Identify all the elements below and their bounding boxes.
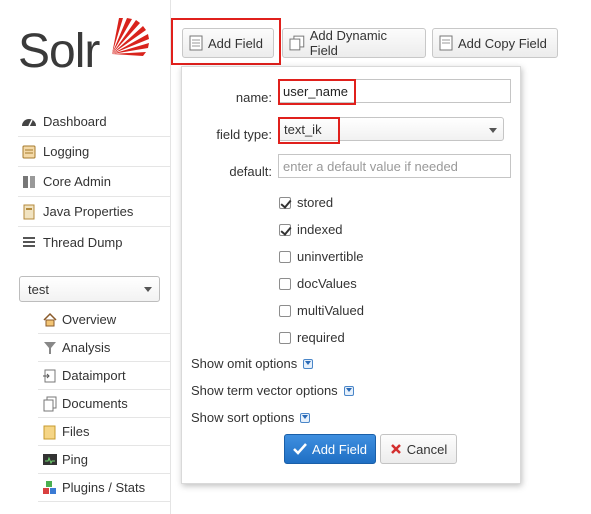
checkbox-label: required <box>297 330 345 345</box>
checkbox-box[interactable] <box>279 304 291 317</box>
nav-label: Analysis <box>62 340 111 355</box>
checkmark-icon <box>293 443 307 455</box>
checkbox-box[interactable] <box>279 196 291 209</box>
show-omit-options-toggle[interactable]: Show omit options <box>191 356 314 371</box>
dashboard-icon <box>22 118 36 126</box>
highlight-name <box>278 79 356 105</box>
core-menu: Overview Analysis Dataimport Documents F… <box>38 306 170 502</box>
field-type-label: field type: <box>216 127 272 142</box>
home-icon <box>43 312 57 326</box>
submit-button-label: Add Field <box>312 441 367 457</box>
document-icon <box>439 35 453 51</box>
docvalues-checkbox[interactable]: docValues <box>279 276 357 291</box>
checkbox-label: stored <box>297 195 334 210</box>
uninvertible-checkbox[interactable]: uninvertible <box>279 249 364 264</box>
show-sort-options-toggle[interactable]: Show sort options <box>191 410 311 425</box>
solr-sun-icon <box>112 18 149 56</box>
stored-checkbox[interactable]: stored <box>279 195 333 210</box>
add-copy-field-button-label: Add Copy Field <box>458 35 547 51</box>
java-properties-icon <box>23 204 35 219</box>
documents-icon <box>43 396 57 411</box>
main-nav: Dashboard Logging Core Admin Java Proper… <box>18 107 170 257</box>
expand-icon <box>303 358 314 369</box>
core-item-analysis[interactable]: Analysis <box>38 334 170 362</box>
expand-icon <box>343 385 354 396</box>
nav-label: Java Properties <box>43 204 134 219</box>
logging-icon <box>22 145 36 158</box>
checkbox-label: docValues <box>297 276 357 291</box>
sidebar: Solr Dashboard Logging Core Admin Java P… <box>0 0 171 514</box>
nav-label: Thread Dump <box>43 234 123 250</box>
nav-label: Logging <box>43 144 90 159</box>
multivalued-checkbox[interactable]: multiValued <box>279 303 364 318</box>
add-dynamic-field-button-label: Add Dynamic Field <box>309 28 388 58</box>
core-item-overview[interactable]: Overview <box>38 306 170 334</box>
option-label: Show term vector options <box>191 383 338 398</box>
nav-item-java-properties[interactable]: Java Properties <box>18 197 170 227</box>
close-icon <box>390 444 401 454</box>
add-dynamic-field-button[interactable]: Add Dynamic Field <box>282 28 426 58</box>
checkbox-label: indexed <box>297 222 343 237</box>
option-label: Show sort options <box>191 410 295 425</box>
nav-label: Files <box>62 424 90 439</box>
core-item-ping[interactable]: Ping <box>38 446 170 474</box>
core-item-files[interactable]: Files <box>38 418 170 446</box>
nav-label: Documents <box>62 396 128 411</box>
chevron-down-icon <box>489 128 497 133</box>
nav-label: Ping <box>62 452 89 467</box>
nav-item-thread-dump[interactable]: Thread Dump <box>18 227 170 257</box>
plugins-icon <box>43 480 56 494</box>
nav-label: Plugins / Stats <box>62 480 146 495</box>
funnel-icon <box>44 341 56 354</box>
default-input[interactable] <box>278 154 511 178</box>
ping-icon <box>43 453 57 465</box>
cancel-button[interactable]: Cancel <box>380 434 457 464</box>
core-item-dataimport[interactable]: Dataimport <box>38 362 170 390</box>
nav-label: Overview <box>62 312 117 327</box>
checkbox-label: multiValued <box>297 303 364 318</box>
solr-logo[interactable]: Solr <box>18 14 158 86</box>
nav-label: Dataimport <box>62 368 126 383</box>
add-copy-field-button[interactable]: Add Copy Field <box>432 28 558 58</box>
core-selector-value: test <box>28 281 49 297</box>
nav-label: Core Admin <box>43 174 111 189</box>
folder-icon <box>43 425 56 439</box>
core-admin-icon <box>23 175 35 188</box>
nav-item-logging[interactable]: Logging <box>18 137 170 167</box>
core-item-plugins-stats[interactable]: Plugins / Stats <box>38 474 170 502</box>
cancel-button-label: Cancel <box>406 441 448 457</box>
checkbox-label: uninvertible <box>297 249 364 264</box>
nav-label: Dashboard <box>43 114 107 129</box>
highlight-field-type <box>278 117 340 144</box>
logo-text: Solr <box>18 25 100 78</box>
checkbox-box[interactable] <box>279 250 291 263</box>
nav-item-core-admin[interactable]: Core Admin <box>18 167 170 197</box>
thread-dump-icon <box>23 237 35 247</box>
checkbox-box[interactable] <box>279 277 291 290</box>
show-term-vector-options-toggle[interactable]: Show term vector options <box>191 383 354 398</box>
option-label: Show omit options <box>191 356 298 371</box>
chevron-down-icon <box>144 287 152 292</box>
name-label: name: <box>235 90 272 105</box>
default-label: default: <box>229 164 272 179</box>
core-selector[interactable]: test <box>19 276 160 302</box>
checkbox-box[interactable] <box>279 223 291 236</box>
highlight-add-field <box>171 18 281 65</box>
documents-icon <box>289 35 305 51</box>
expand-icon <box>300 412 311 423</box>
checkbox-box[interactable] <box>279 331 291 344</box>
add-field-dialog: name: field type: text_ik default: store… <box>181 66 521 484</box>
indexed-checkbox[interactable]: indexed <box>279 222 343 237</box>
submit-add-field-button[interactable]: Add Field <box>284 434 376 464</box>
required-checkbox[interactable]: required <box>279 330 345 345</box>
dataimport-icon <box>43 369 56 382</box>
core-item-documents[interactable]: Documents <box>38 390 170 418</box>
nav-item-dashboard[interactable]: Dashboard <box>18 107 170 137</box>
